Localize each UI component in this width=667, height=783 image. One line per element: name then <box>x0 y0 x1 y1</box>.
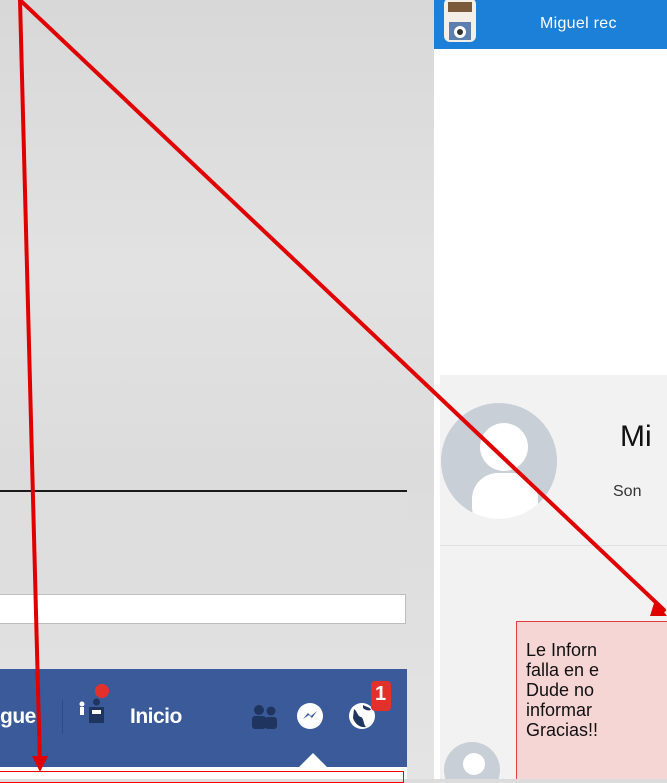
conversation-title: Miguel rec <box>540 15 617 32</box>
messenger-screenshot-panel: Miguel rec Mi Son Le Inforn falla en e D… <box>434 0 667 779</box>
friend-requests-icon[interactable] <box>250 704 280 730</box>
nav-separator <box>62 700 63 734</box>
message-line: Le Inforn <box>526 640 598 660</box>
message-line: Gracias!! <box>526 720 599 740</box>
browser-toolbar-area <box>0 492 407 592</box>
active-tab-indicator <box>299 753 327 767</box>
message-line: Dude no <box>526 680 595 700</box>
profile-subtitle: Son <box>613 483 642 500</box>
find-friends-icon[interactable] <box>78 683 112 725</box>
nav-profile-link[interactable]: guel <box>0 705 42 729</box>
messenger-icon[interactable] <box>294 701 326 733</box>
address-bar[interactable] <box>0 594 406 624</box>
notification-count: 1 <box>375 683 387 705</box>
section-divider <box>440 545 667 546</box>
message-line: falla en e <box>526 660 600 680</box>
avatar[interactable] <box>438 0 482 44</box>
sender-avatar <box>444 742 500 779</box>
message-line: informar <box>526 700 593 720</box>
highlight-box <box>0 771 404 783</box>
facebook-screenshot-panel: guel Inicio 1 <box>0 0 434 783</box>
profile-photo[interactable] <box>438 403 560 519</box>
nav-home-link[interactable]: Inicio <box>130 705 182 729</box>
message-bubble: Le Inforn falla en e Dude no informar Gr… <box>516 621 667 779</box>
window-edge-line <box>0 490 407 492</box>
profile-name: Mi <box>620 420 652 453</box>
